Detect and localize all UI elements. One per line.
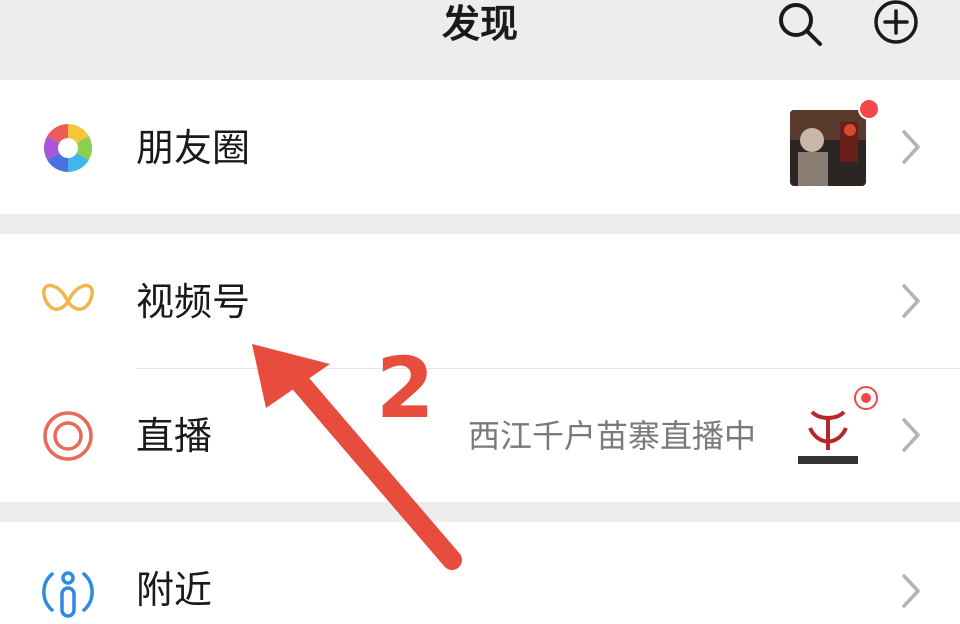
chevron-right-icon bbox=[898, 128, 924, 166]
live-status-text: 西江千户苗寨直播中 bbox=[468, 417, 757, 455]
live-ring-icon bbox=[40, 408, 96, 464]
nearby-card: 附近 bbox=[0, 522, 960, 624]
channels-live-card: 视频号 直播 西江千户苗寨直播中 bbox=[0, 234, 960, 502]
menu-item-channels[interactable]: 视频号 bbox=[0, 234, 960, 368]
channels-butterfly-icon bbox=[40, 274, 96, 330]
nearby-label: 附近 bbox=[136, 568, 213, 612]
live-thumbnail bbox=[790, 398, 866, 474]
top-bar: 发现 bbox=[0, 0, 960, 80]
chevron-right-icon bbox=[898, 282, 924, 320]
menu-item-nearby[interactable]: 附近 bbox=[0, 522, 960, 624]
chevron-right-icon bbox=[898, 572, 924, 610]
moments-card: 朋友圈 bbox=[0, 80, 960, 214]
menu-item-moments[interactable]: 朋友圈 bbox=[0, 80, 960, 214]
annotation-step-number: 2 bbox=[376, 339, 435, 437]
live-indicator-icon bbox=[854, 386, 878, 410]
new-moments-dot bbox=[858, 98, 880, 120]
moments-label: 朋友圈 bbox=[136, 126, 251, 170]
moments-aperture-icon bbox=[40, 120, 96, 176]
channels-label: 视频号 bbox=[136, 280, 251, 324]
plus-circle-icon[interactable] bbox=[872, 0, 920, 48]
live-label: 直播 bbox=[136, 414, 213, 458]
chevron-right-icon bbox=[898, 416, 924, 454]
moments-thumbnail bbox=[790, 110, 866, 186]
nearby-person-icon bbox=[40, 564, 96, 620]
menu-item-live[interactable]: 直播 西江千户苗寨直播中 bbox=[0, 368, 960, 502]
search-icon[interactable] bbox=[776, 0, 824, 48]
